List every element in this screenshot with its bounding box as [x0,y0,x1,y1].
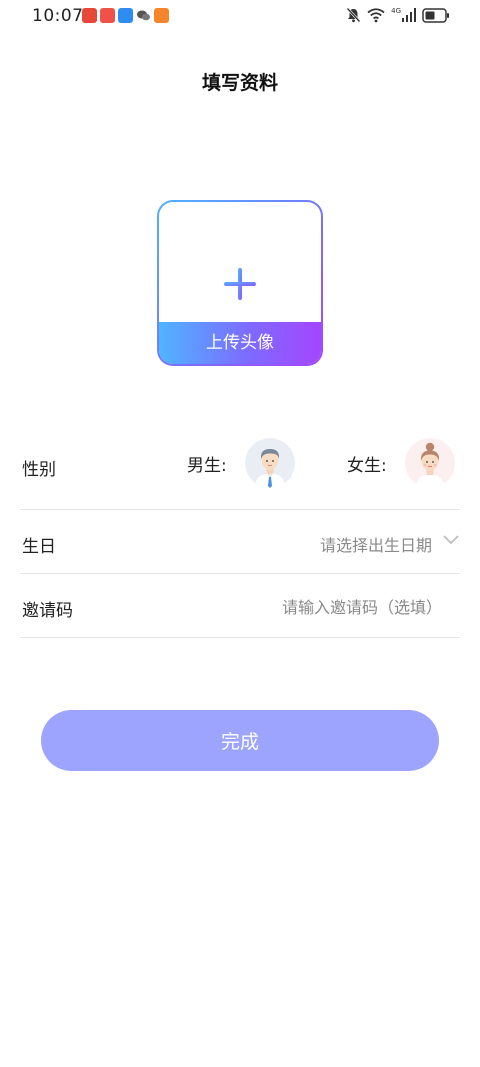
avatar-upload-frame: 上传头像 [159,202,321,364]
submit-button[interactable]: 完成 [41,710,439,771]
plus-icon [224,268,256,300]
chevron-down-icon [443,535,459,545]
wechat-icon [136,8,151,23]
male-label: 男生: [187,455,227,476]
cloud-app-icon [118,8,133,23]
gender-male-option[interactable]: 男生: [187,437,295,489]
invite-label: 邀请码 [22,601,73,621]
invite-code-input[interactable] [182,594,442,620]
red-book-app-icon [100,8,115,23]
upload-avatar-label: 上传头像 [159,322,321,364]
birthday-placeholder: 请选择出生日期 [319,536,432,555]
red-bear-app-icon [82,8,97,23]
gender-label: 性别 [22,460,56,480]
bell-muted-icon [346,7,361,23]
signal-icon [402,8,416,22]
avatar-upload-button[interactable]: 上传头像 [157,200,323,366]
birthday-label: 生日 [22,537,56,557]
wifi-icon [367,8,385,23]
invite-row: 邀请码 [20,574,460,638]
page-title: 填写资料 [201,72,278,94]
gender-female-option[interactable]: 女生: [347,437,455,489]
game-app-icon [154,8,169,23]
birthday-picker[interactable]: 生日 请选择出生日期 [20,510,460,574]
battery-icon [422,7,449,23]
female-avatar-icon [404,438,455,488]
gender-row: 性别 男生: 女生: [20,425,460,510]
male-avatar-icon [244,438,295,488]
status-bar: 10:07 4G [0,0,480,32]
female-label: 女生: [347,455,387,476]
notification-app-icons [82,8,169,23]
system-status-icons: 4G [346,7,450,23]
network-type-label: 4G [391,7,401,15]
status-time: 10:07 [32,6,84,26]
